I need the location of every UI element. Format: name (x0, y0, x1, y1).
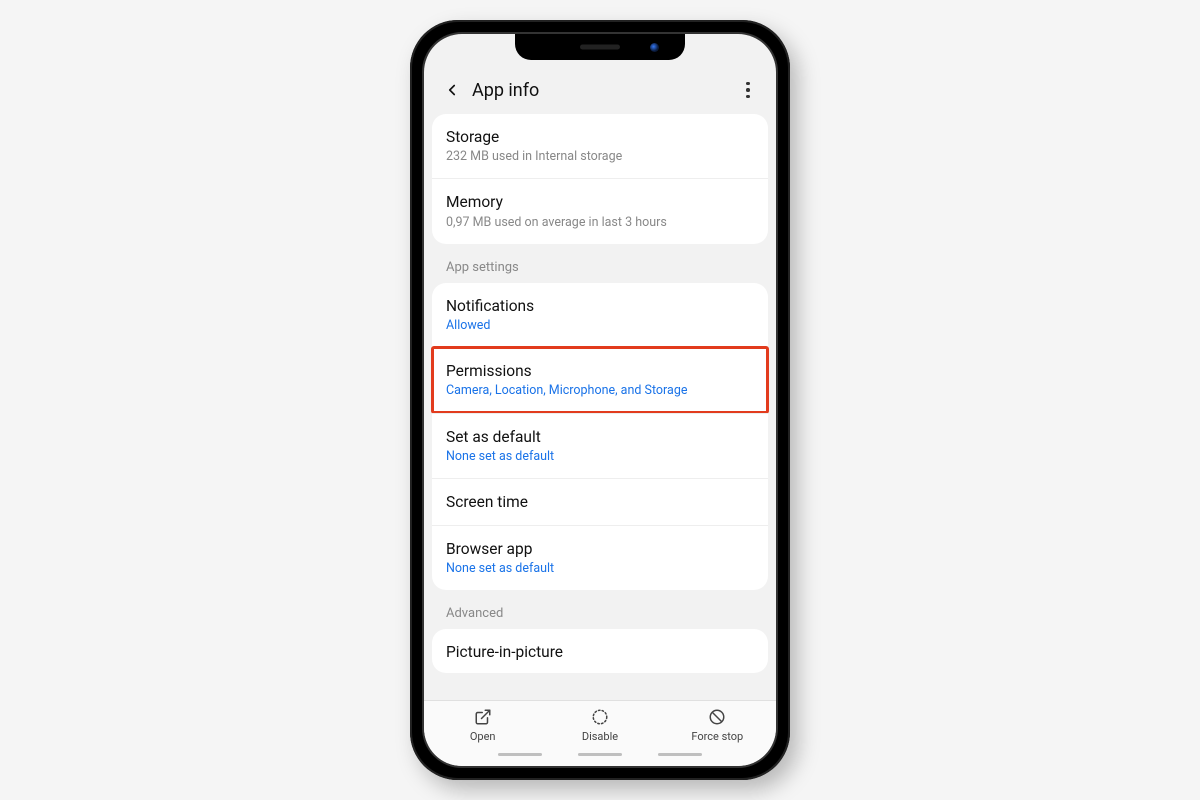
app-settings-card: Notifications Allowed Permissions Camera… (432, 283, 768, 591)
storage-row[interactable]: Storage 232 MB used in Internal storage (432, 114, 768, 178)
more-vert-icon (746, 82, 750, 86)
gesture-bar (424, 747, 776, 767)
disable-button[interactable]: Disable (555, 707, 645, 743)
settings-scroll-area[interactable]: Storage 232 MB used in Internal storage … (424, 114, 776, 700)
permissions-row[interactable]: Permissions Camera, Location, Microphone… (432, 347, 768, 412)
row-title: Picture-in-picture (446, 642, 754, 660)
row-subtitle: 0,97 MB used on average in last 3 hours (446, 215, 754, 231)
overflow-menu-button[interactable] (734, 76, 762, 104)
usage-card: Storage 232 MB used in Internal storage … (432, 114, 768, 244)
app-header: App info (424, 62, 776, 114)
force-stop-icon (707, 707, 727, 727)
front-camera (650, 43, 659, 52)
browser-app-row[interactable]: Browser app None set as default (432, 525, 768, 590)
memory-row[interactable]: Memory 0,97 MB used on average in last 3… (432, 178, 768, 243)
back-button[interactable] (438, 76, 466, 104)
screen-time-row[interactable]: Screen time (432, 478, 768, 525)
button-label: Disable (582, 730, 618, 743)
set-default-row[interactable]: Set as default None set as default (432, 413, 768, 478)
row-subtitle: Camera, Location, Microphone, and Storag… (446, 383, 754, 399)
row-title: Set as default (446, 427, 754, 447)
picture-in-picture-row[interactable]: Picture-in-picture (432, 629, 768, 673)
phone-frame: App info Storage 232 MB used in Internal… (410, 20, 790, 780)
row-subtitle: Allowed (446, 318, 754, 334)
force-stop-button[interactable]: Force stop (672, 707, 762, 743)
notifications-row[interactable]: Notifications Allowed (432, 283, 768, 347)
screen: App info Storage 232 MB used in Internal… (424, 34, 776, 766)
bottom-action-bar: Open Disable Force stop (424, 700, 776, 747)
row-subtitle: None set as default (446, 449, 754, 465)
disable-icon (590, 707, 610, 727)
advanced-card: Picture-in-picture (432, 629, 768, 673)
row-title: Browser app (446, 539, 754, 559)
page-title: App info (472, 80, 539, 101)
row-title: Screen time (446, 492, 754, 512)
open-button[interactable]: Open (438, 707, 528, 743)
section-header-app-settings: App settings (432, 254, 768, 283)
row-title: Storage (446, 127, 754, 147)
row-title: Notifications (446, 296, 754, 316)
button-label: Open (470, 730, 496, 743)
row-title: Permissions (446, 361, 754, 381)
open-icon (473, 707, 493, 727)
phone-bezel: App info Storage 232 MB used in Internal… (422, 32, 778, 768)
section-header-advanced: Advanced (432, 600, 768, 629)
row-title: Memory (446, 192, 754, 212)
chevron-left-icon (443, 81, 461, 99)
notch (515, 34, 685, 60)
button-label: Force stop (691, 730, 743, 743)
row-subtitle: None set as default (446, 561, 754, 577)
row-subtitle: 232 MB used in Internal storage (446, 149, 754, 165)
